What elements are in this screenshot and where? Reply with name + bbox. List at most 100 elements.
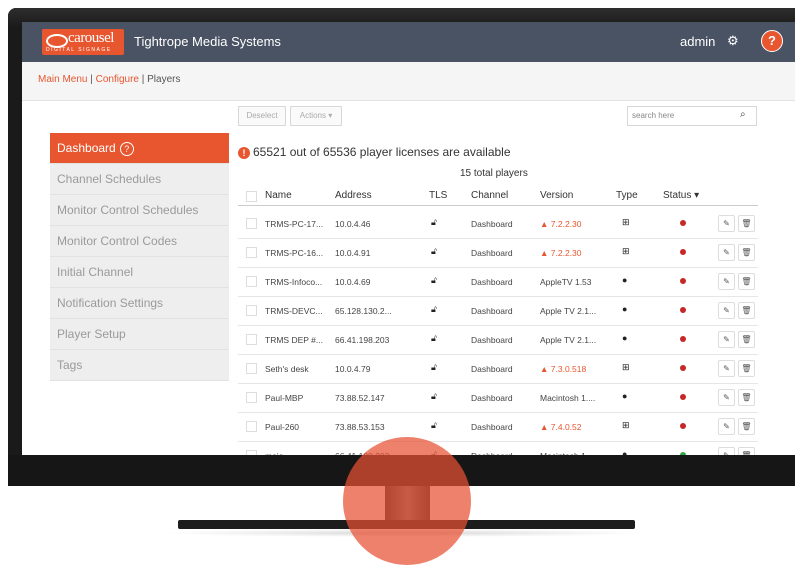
edit-button[interactable]: ✎ xyxy=(718,447,735,455)
delete-button[interactable]: 🗑︎ xyxy=(738,273,755,290)
player-name[interactable]: TRMS-DEVC... xyxy=(265,306,323,316)
column-header-name[interactable]: Name xyxy=(265,190,292,201)
windows-icon: ⊞ xyxy=(622,420,630,430)
carousel-logo[interactable]: carousel DIGITAL SIGNAGE xyxy=(42,29,124,55)
edit-button[interactable]: ✎ xyxy=(718,302,735,319)
table-row[interactable]: TRMS-Infoco... 10.0.4.69 🔓︎ Dashboard AppleT… xyxy=(238,267,758,297)
sidebar-item-monitor-control-codes[interactable]: Monitor Control Codes xyxy=(50,226,229,257)
unlocked-icon: 🔓︎ xyxy=(431,275,437,285)
delete-button[interactable]: 🗑︎ xyxy=(738,360,755,377)
column-header-channel[interactable]: Channel xyxy=(471,190,508,201)
actions-dropdown[interactable]: Actions ▾ xyxy=(290,106,342,126)
sidebar-item-notification-settings[interactable]: Notification Settings xyxy=(50,288,229,319)
breadcrumb-configure[interactable]: Configure xyxy=(96,74,139,85)
trash-icon: 🗑︎ xyxy=(741,277,752,286)
breadcrumb-separator: | xyxy=(87,74,96,85)
player-name[interactable]: Paul-MBP xyxy=(265,393,303,403)
sidebar-item-channel-schedules[interactable]: Channel Schedules xyxy=(50,164,229,195)
row-checkbox[interactable] xyxy=(246,218,257,229)
table-row[interactable]: maia66.41.198.203🔓︎DashboardMacintosh 1.… xyxy=(238,441,758,455)
edit-button[interactable]: ✎ xyxy=(718,244,735,261)
player-address: 10.0.4.46 xyxy=(335,219,371,229)
table-row[interactable]: Seth's desk 10.0.4.79 🔓︎ Dashboard ▲ 7.3.0.5… xyxy=(238,354,758,384)
sidebar-item-label: Dashboard xyxy=(57,141,116,155)
table-row[interactable]: Paul-MBP 73.88.52.147 🔓︎ Dashboard Macintosh… xyxy=(238,383,758,413)
search-icon[interactable]: ⌕ xyxy=(740,109,746,120)
breadcrumb: Main Menu | Configure | Players xyxy=(38,74,181,85)
pencil-icon: ✎ xyxy=(723,393,730,402)
breadcrumb-separator: | xyxy=(138,74,148,85)
help-icon[interactable]: ? xyxy=(761,30,783,52)
version-text: AppleTV 1.53 xyxy=(540,277,592,287)
top-bar: carousel DIGITAL SIGNAGE Tightrope Media… xyxy=(22,22,795,62)
windows-icon: ⊞ xyxy=(622,362,630,372)
version-text: Macintosh 1.... xyxy=(540,393,596,403)
row-checkbox[interactable] xyxy=(246,247,257,258)
version-text: 7.2.2.30 xyxy=(550,248,582,258)
column-header-type[interactable]: Type xyxy=(616,190,638,201)
player-name[interactable]: TRMS-PC-16... xyxy=(265,248,323,258)
player-name[interactable]: TRMS DEP #... xyxy=(265,335,323,345)
edit-button[interactable]: ✎ xyxy=(718,273,735,290)
table-row[interactable]: TRMS-PC-16... 10.0.4.91 🔓︎ Dashboard ▲ 7.2.2… xyxy=(238,238,758,268)
player-name[interactable]: TRMS-PC-17... xyxy=(265,219,323,229)
edit-button[interactable]: ✎ xyxy=(718,389,735,406)
row-checkbox[interactable] xyxy=(246,363,257,374)
row-checkbox[interactable] xyxy=(246,421,257,432)
table-row[interactable]: Paul-260 73.88.53.153 🔓︎ Dashboard ▲ 7.4.0.5… xyxy=(238,412,758,442)
unlocked-icon: 🔓︎ xyxy=(431,246,437,256)
help-icon[interactable]: ? xyxy=(119,142,134,156)
sidebar-item-monitor-control-schedules[interactable]: Monitor Control Schedules xyxy=(50,195,229,226)
select-all-checkbox[interactable] xyxy=(246,191,257,202)
table-row[interactable]: TRMS DEP #... 66.41.198.203 🔓︎ Dashboard App… xyxy=(238,325,758,355)
highlight-circle xyxy=(343,437,471,565)
trash-icon: 🗑︎ xyxy=(741,335,752,344)
edit-button[interactable]: ✎ xyxy=(718,360,735,377)
pencil-icon: ✎ xyxy=(723,364,730,373)
player-channel: Dashboard xyxy=(471,422,513,432)
edit-button[interactable]: ✎ xyxy=(718,331,735,348)
user-menu[interactable]: admin xyxy=(680,34,715,49)
row-checkbox[interactable] xyxy=(246,334,257,345)
row-checkbox[interactable] xyxy=(246,392,257,403)
player-name[interactable]: Paul-260 xyxy=(265,422,299,432)
table-row[interactable]: TRMS-PC-17... 10.0.4.46 🔓︎ Dashboard ▲ 7.2.2… xyxy=(238,209,758,239)
sidebar-item-player-setup[interactable]: Player Setup xyxy=(50,319,229,350)
gear-icon[interactable]: ⚙ xyxy=(727,33,739,49)
edit-button[interactable]: ✎ xyxy=(718,215,735,232)
company-name: Tightrope Media Systems xyxy=(134,34,281,49)
table-row[interactable]: TRMS-DEVC... 65.128.130.2... 🔓︎ Dashboard Ap… xyxy=(238,296,758,326)
delete-button[interactable]: 🗑︎ xyxy=(738,389,755,406)
sidebar-item-tags[interactable]: Tags xyxy=(50,350,229,381)
column-header-tls[interactable]: TLS xyxy=(429,190,447,201)
version-text: Apple TV 2.1... xyxy=(540,306,597,316)
breadcrumb-main-menu[interactable]: Main Menu xyxy=(38,74,87,85)
delete-button[interactable]: 🗑︎ xyxy=(738,331,755,348)
sidebar-item-dashboard[interactable]: Dashboard? xyxy=(50,133,229,164)
column-header-version[interactable]: Version xyxy=(540,190,573,201)
delete-button[interactable]: 🗑︎ xyxy=(738,447,755,455)
pencil-icon: ✎ xyxy=(723,306,730,315)
player-name[interactable]: Seth's desk xyxy=(265,364,309,374)
row-checkbox[interactable] xyxy=(246,276,257,287)
column-header-address[interactable]: Address xyxy=(335,190,372,201)
breadcrumb-bar: Main Menu | Configure | Players xyxy=(22,62,795,101)
player-version: ▲ 7.2.2.30 xyxy=(540,248,582,258)
edit-button[interactable]: ✎ xyxy=(718,418,735,435)
column-header-status[interactable]: Status ▾ xyxy=(663,190,699,201)
status-dot xyxy=(680,249,686,255)
deselect-button[interactable]: Deselect xyxy=(238,106,286,126)
unlocked-icon: 🔓︎ xyxy=(431,420,437,430)
sidebar-item-initial-channel[interactable]: Initial Channel xyxy=(50,257,229,288)
delete-button[interactable]: 🗑︎ xyxy=(738,418,755,435)
player-name[interactable]: TRMS-Infoco... xyxy=(265,277,322,287)
warning-icon: ▲ xyxy=(540,422,551,432)
pencil-icon: ✎ xyxy=(723,248,730,257)
delete-button[interactable]: 🗑︎ xyxy=(738,215,755,232)
search-input[interactable]: search here ⌕ xyxy=(627,106,757,126)
row-checkbox[interactable] xyxy=(246,305,257,316)
player-address: 10.0.4.79 xyxy=(335,364,371,374)
delete-button[interactable]: 🗑︎ xyxy=(738,302,755,319)
delete-button[interactable]: 🗑︎ xyxy=(738,244,755,261)
player-address: 65.128.130.2... xyxy=(335,306,392,316)
